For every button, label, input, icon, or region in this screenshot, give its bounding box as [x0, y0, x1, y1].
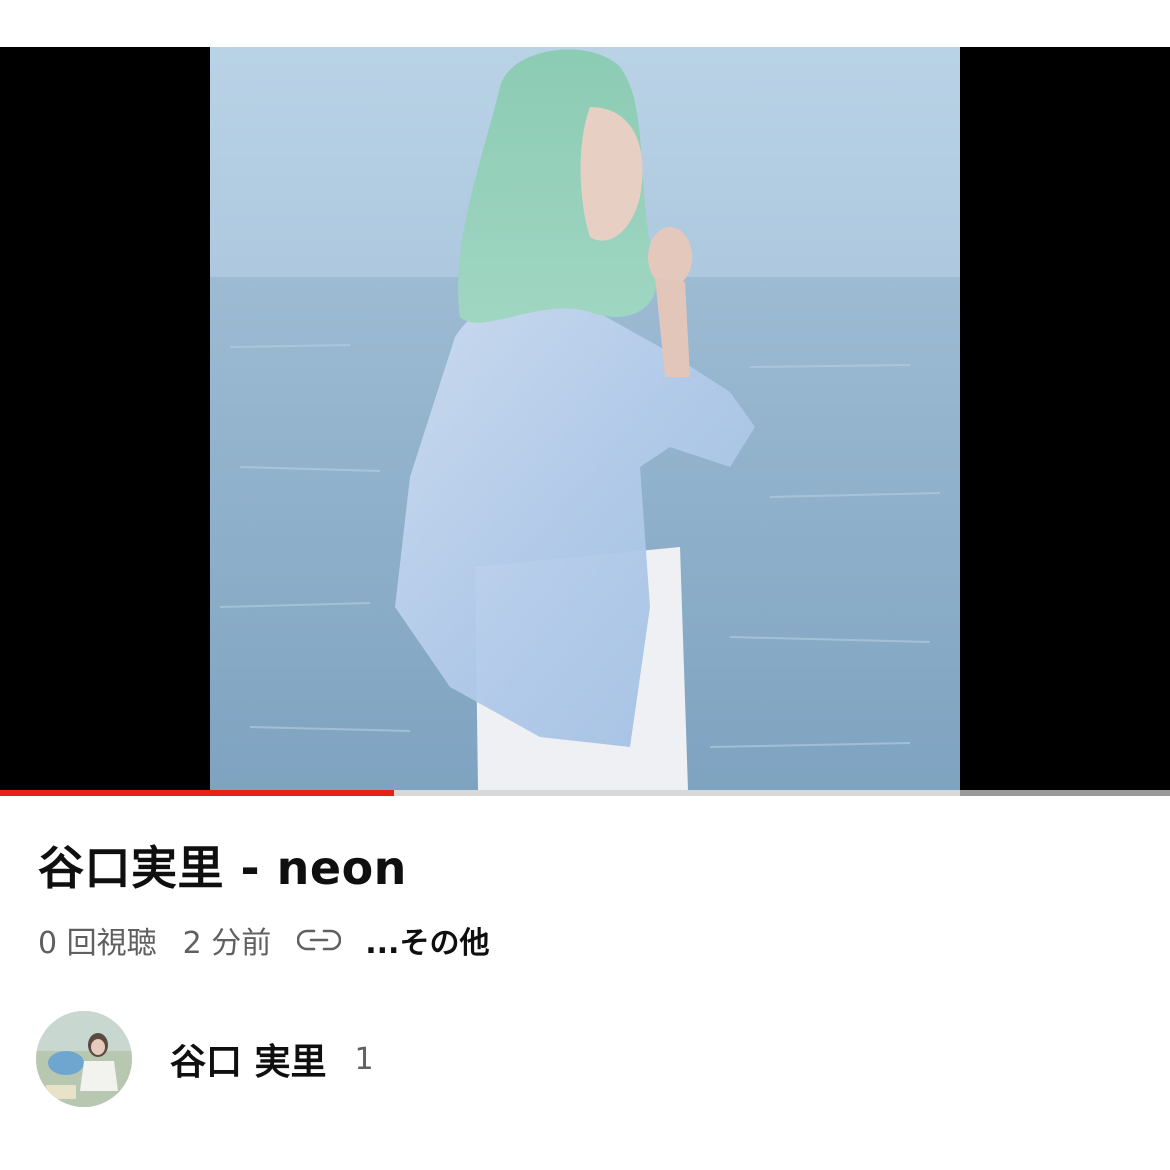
channel-name[interactable]: 谷口 実里	[170, 1033, 327, 1085]
subscriber-count: 1	[354, 1041, 374, 1077]
video-thumbnail[interactable]	[210, 47, 960, 790]
view-count: 0 回視聴	[38, 926, 157, 961]
progress-bar[interactable]	[0, 790, 1170, 796]
more-button[interactable]: ...その他	[365, 918, 489, 962]
video-metadata: 0 回視聴 2 分前 ...その他	[38, 918, 489, 962]
channel-row[interactable]: 谷口 実里 1	[36, 1010, 374, 1108]
video-player[interactable]	[0, 47, 1170, 790]
link-icon[interactable]	[297, 925, 343, 955]
upload-age: 2 分前	[182, 926, 272, 961]
progress-buffered	[960, 790, 1170, 796]
video-title: 谷口実里 - neon	[38, 841, 407, 895]
progress-played	[0, 790, 395, 796]
watch-page: 谷口実里 - neon 0 回視聴 2 分前 ...その他 谷口 実里 1	[0, 0, 1170, 1170]
avatar[interactable]	[36, 1011, 132, 1107]
